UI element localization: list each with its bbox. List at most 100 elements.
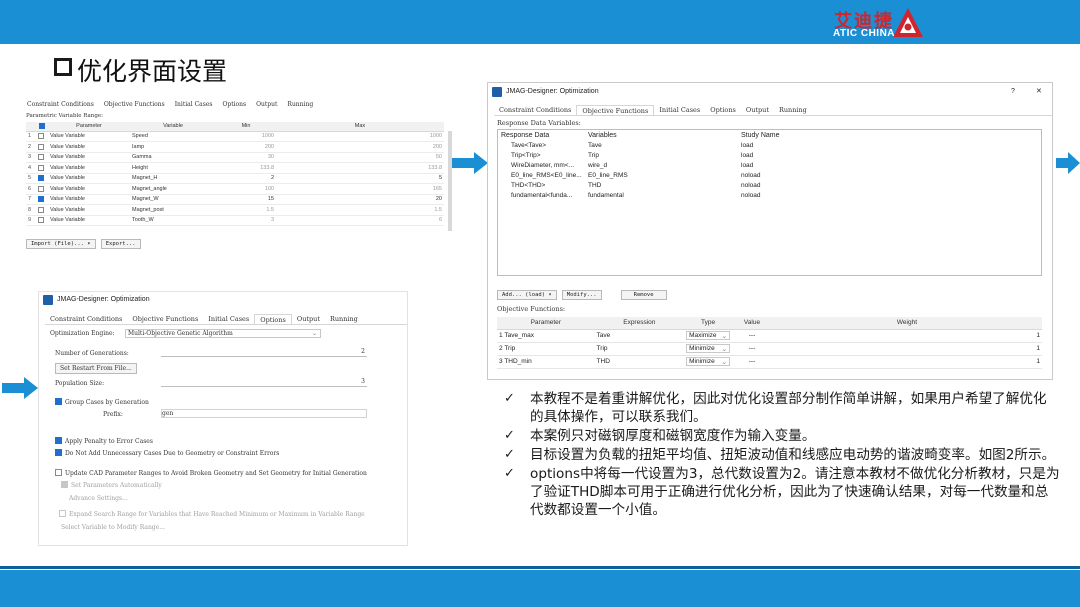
- remove-response-button[interactable]: Remove: [620, 290, 667, 300]
- tab-running[interactable]: Running: [774, 105, 812, 115]
- select-variable-button[interactable]: Select Variable to Modify Range...: [61, 524, 165, 531]
- list-item[interactable]: THD<THD> THD noload: [508, 181, 1041, 191]
- add-response-button[interactable]: Add... (load) ▾: [497, 290, 557, 300]
- select-all-checkbox[interactable]: [39, 123, 45, 130]
- tab-output[interactable]: Output: [741, 105, 774, 115]
- tab-initial-cases[interactable]: Initial Cases: [170, 100, 218, 110]
- population-input[interactable]: 3: [161, 378, 367, 387]
- row-min[interactable]: 200: [216, 141, 276, 153]
- advance-settings-button[interactable]: Advance Settings...: [69, 495, 128, 502]
- restart-from-file-button[interactable]: Set Restart From File...: [55, 363, 137, 374]
- apply-penalty-checkbox[interactable]: Apply Penalty to Error Cases: [55, 437, 153, 445]
- row-max[interactable]: 165: [276, 183, 444, 195]
- table-row[interactable]: 9 Value Variable Tooth_W 3 6: [26, 215, 444, 226]
- tab-objective-functions[interactable]: Objective Functions: [576, 105, 655, 115]
- no-unnecessary-cases-checkbox[interactable]: Do Not Add Unnecessary Cases Due to Geom…: [55, 449, 279, 457]
- row-type[interactable]: Maximize ⌄: [684, 329, 733, 343]
- row-weight[interactable]: 1: [771, 329, 1042, 343]
- table-row[interactable]: 2 Value Variable Iamp 200 200: [26, 141, 444, 153]
- table-row[interactable]: 5 Value Variable Magnet_H 2 5: [26, 173, 444, 184]
- type-select[interactable]: Minimize ⌄: [686, 344, 731, 353]
- tab-output[interactable]: Output: [251, 100, 282, 110]
- row-value[interactable]: ---: [732, 329, 772, 343]
- row-expression[interactable]: Trip: [594, 342, 685, 356]
- row-max[interactable]: 133.8: [276, 162, 444, 174]
- tab-options[interactable]: Options: [217, 100, 251, 110]
- type-select[interactable]: Minimize ⌄: [686, 357, 731, 366]
- engine-select[interactable]: Multi-Objective Genetic Algorithm ⌄: [125, 329, 321, 338]
- tab-constraint-conditions[interactable]: Constraint Conditions: [22, 100, 99, 110]
- table-row[interactable]: 8 Value Variable Magnet_post 1.5 1.5: [26, 204, 444, 216]
- type-select[interactable]: Maximize ⌄: [686, 331, 731, 340]
- tab-running[interactable]: Running: [282, 100, 318, 110]
- group-cases-checkbox[interactable]: Group Cases by Generation: [55, 398, 149, 406]
- tab-options[interactable]: Options: [705, 105, 741, 115]
- import-file-button[interactable]: Import (File)... ▾: [26, 239, 96, 249]
- row-min[interactable]: 15: [216, 194, 276, 205]
- tab-initial-cases[interactable]: Initial Cases: [654, 105, 705, 115]
- row-checkbox[interactable]: [36, 152, 48, 163]
- row-max[interactable]: 20: [276, 194, 444, 205]
- row-value[interactable]: ---: [732, 342, 772, 356]
- row-type[interactable]: Minimize ⌄: [684, 355, 733, 369]
- row-checkbox[interactable]: [36, 183, 48, 195]
- close-button[interactable]: ✕: [1036, 83, 1042, 101]
- row-weight[interactable]: 1: [771, 355, 1042, 369]
- tab-constraint-conditions[interactable]: Constraint Conditions: [494, 105, 576, 115]
- tab-running[interactable]: Running: [325, 314, 363, 324]
- row-type[interactable]: Minimize ⌄: [684, 342, 733, 356]
- generations-input[interactable]: 2: [161, 348, 367, 357]
- parameter-table-scrollbar[interactable]: [448, 131, 452, 231]
- set-parameters-checkbox[interactable]: Set Parameters Automatically: [61, 481, 162, 489]
- table-row[interactable]: 3 THD_min THD Minimize ⌄ --- 1: [497, 355, 1042, 369]
- row-max[interactable]: 5: [276, 173, 444, 184]
- list-item[interactable]: Trip<Trip> Trip load: [508, 151, 1041, 161]
- table-row[interactable]: 6 Value Variable Magnet_angle 100 165: [26, 183, 444, 195]
- row-checkbox[interactable]: [36, 194, 48, 205]
- list-item[interactable]: fundamental<funda... fundamental noload: [508, 191, 1041, 201]
- table-row[interactable]: 3 Value Variable Gamma 30 50: [26, 152, 444, 163]
- row-expression[interactable]: Tave: [594, 329, 685, 343]
- row-checkbox[interactable]: [36, 162, 48, 174]
- table-row[interactable]: 7 Value Variable Magnet_W 15 20: [26, 194, 444, 205]
- row-value[interactable]: ---: [732, 355, 772, 369]
- row-min[interactable]: 1.5: [216, 204, 276, 216]
- row-max[interactable]: 50: [276, 152, 444, 163]
- tab-options[interactable]: Options: [254, 314, 292, 324]
- row-min[interactable]: 30: [216, 152, 276, 163]
- row-checkbox[interactable]: [36, 173, 48, 184]
- row-max[interactable]: 1000: [276, 131, 444, 142]
- tab-objective-functions[interactable]: Objective Functions: [99, 100, 170, 110]
- row-checkbox[interactable]: [36, 141, 48, 153]
- row-checkbox[interactable]: [36, 215, 48, 226]
- tab-initial-cases[interactable]: Initial Cases: [203, 314, 254, 324]
- row-checkbox[interactable]: [36, 131, 48, 142]
- list-item[interactable]: WireDiameter, mm<... wire_d load: [508, 161, 1041, 171]
- row-weight[interactable]: 1: [771, 342, 1042, 356]
- tab-output[interactable]: Output: [292, 314, 325, 324]
- tab-constraint-conditions[interactable]: Constraint Conditions: [45, 314, 127, 324]
- row-min[interactable]: 1000: [216, 131, 276, 142]
- row-checkbox[interactable]: [36, 204, 48, 216]
- row-min[interactable]: 100: [216, 183, 276, 195]
- table-row[interactable]: 1 Value Variable Speed 1000 1000: [26, 131, 444, 142]
- list-item[interactable]: Tave<Tave> Tave load: [508, 141, 1041, 151]
- tab-objective-functions[interactable]: Objective Functions: [127, 314, 203, 324]
- modify-response-button[interactable]: Modify...: [561, 290, 602, 300]
- row-expression[interactable]: THD: [594, 355, 685, 369]
- expand-range-checkbox[interactable]: Expand Search Range for Variables that H…: [59, 510, 365, 518]
- row-min[interactable]: 3: [216, 215, 276, 226]
- list-item[interactable]: E0_line_RMS<E0_line... E0_line_RMS noload: [508, 171, 1041, 181]
- table-row[interactable]: 2 Trip Trip Minimize ⌄ --- 1: [497, 342, 1042, 356]
- row-max[interactable]: 1.5: [276, 204, 444, 216]
- row-min[interactable]: 2: [216, 173, 276, 184]
- export-button[interactable]: Export...: [100, 239, 141, 249]
- table-row[interactable]: 4 Value Variable Height 133.8 133.8: [26, 162, 444, 174]
- row-max[interactable]: 200: [276, 141, 444, 153]
- update-cad-checkbox[interactable]: Update CAD Parameter Ranges to Avoid Bro…: [55, 469, 367, 477]
- prefix-input[interactable]: gen: [161, 409, 367, 418]
- row-min[interactable]: 133.8: [216, 162, 276, 174]
- help-button[interactable]: ?: [1011, 83, 1015, 101]
- table-row[interactable]: 1 Tave_max Tave Maximize ⌄ --- 1: [497, 329, 1042, 343]
- row-max[interactable]: 6: [276, 215, 444, 226]
